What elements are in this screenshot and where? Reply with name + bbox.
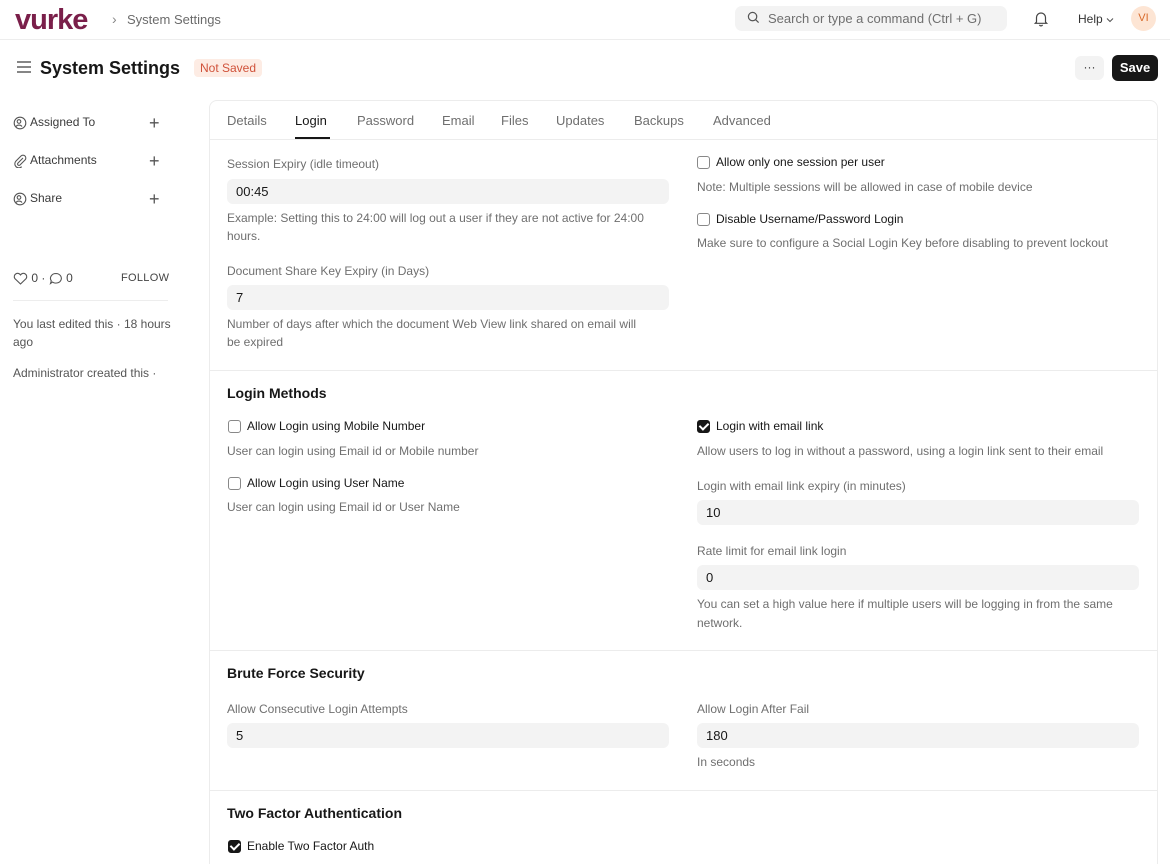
login-username-label: Allow Login using User Name <box>247 476 405 490</box>
email-link-expiry-label: Login with email link expiry (in minutes… <box>697 479 906 493</box>
breadcrumb-system-settings[interactable]: System Settings <box>127 12 221 27</box>
one-session-label: Allow only one session per user <box>716 155 885 169</box>
section-divider <box>210 650 1157 651</box>
tab-details[interactable]: Details <box>227 113 267 128</box>
section-divider <box>210 790 1157 791</box>
rate-limit-label: Rate limit for email link login <box>697 544 847 558</box>
sidebar-item-label: Assigned To <box>30 115 96 129</box>
rate-limit-desc-line1: You can set a high value here if multipl… <box>697 597 1113 611</box>
section-divider <box>210 370 1157 371</box>
rate-limit-input[interactable]: 0 <box>697 565 1139 590</box>
login-attempts-label: Allow Consecutive Login Attempts <box>227 702 408 716</box>
login-username-desc: User can login using Email id or User Na… <box>227 500 460 514</box>
login-email-link-checkbox[interactable] <box>697 420 710 433</box>
login-after-fail-label: Allow Login After Fail <box>697 702 810 716</box>
tab-updates[interactable]: Updates <box>556 113 604 128</box>
login-mobile-desc: User can login using Email id or Mobile … <box>227 444 479 458</box>
breadcrumb-separator-icon: › <box>112 11 117 27</box>
login-attempts-input[interactable]: 5 <box>227 723 669 748</box>
login-methods-title: Login Methods <box>227 385 327 401</box>
email-link-expiry-input[interactable]: 10 <box>697 500 1139 525</box>
more-actions-button[interactable]: ··· <box>1075 56 1104 80</box>
navbar: vurke › System Settings Search or type a… <box>0 0 1170 40</box>
tab-backups[interactable]: Backups <box>634 113 684 128</box>
notification-bell-icon[interactable] <box>1033 10 1049 27</box>
login-email-link-label: Login with email link <box>716 419 824 433</box>
share-key-desc-line1: Number of days after which the document … <box>227 317 637 331</box>
help-label: Help <box>1078 12 1103 26</box>
follow-button[interactable]: FOLLOW <box>121 272 169 284</box>
sidebar-item-assigned-to[interactable]: Assigned To <box>13 115 95 130</box>
social-stats: 0 · 0 <box>13 271 73 285</box>
sidebar-item-label: Share <box>30 191 63 205</box>
chevron-down-icon <box>1106 18 1114 23</box>
share-icon <box>13 192 27 206</box>
disable-password-login-checkbox[interactable] <box>697 213 710 226</box>
sidebar-item-label: Attachments <box>30 153 97 167</box>
share-key-expiry-label: Document Share Key Expiry (in Days) <box>227 264 430 278</box>
sidebar-item-share[interactable]: Share <box>13 191 62 206</box>
separator-dot: · <box>41 271 49 285</box>
add-share-button[interactable]: + <box>149 190 160 208</box>
paperclip-icon <box>14 154 27 168</box>
enable-two-factor-label: Enable Two Factor Auth <box>247 839 375 853</box>
search-placeholder: Search or type a command (Ctrl + G) <box>768 11 982 26</box>
one-session-note: Note: Multiple sessions will be allowed … <box>697 180 1033 194</box>
menu-toggle-icon[interactable] <box>16 60 32 74</box>
heart-icon[interactable] <box>13 272 28 285</box>
last-edited-note: You last edited this · 18 hours ago <box>13 317 171 349</box>
save-button[interactable]: Save <box>1112 55 1158 81</box>
login-mobile-label: Allow Login using Mobile Number <box>247 419 426 433</box>
comment-icon[interactable] <box>49 272 63 285</box>
disable-password-login-label: Disable Username/Password Login <box>716 212 904 226</box>
share-key-expiry-input[interactable]: 7 <box>227 285 669 310</box>
likes-count: 0 <box>31 271 39 285</box>
share-key-desc-line2: be expired <box>227 335 284 349</box>
add-attachment-button[interactable]: + <box>149 152 160 170</box>
assign-icon <box>13 116 27 130</box>
brute-force-title: Brute Force Security <box>227 665 365 681</box>
created-by-note: Administrator created this · <box>13 366 157 380</box>
help-menu[interactable]: Help <box>1078 12 1114 26</box>
tab-email[interactable]: Email <box>442 113 475 128</box>
one-session-checkbox[interactable] <box>697 156 710 169</box>
status-badge: Not Saved <box>194 59 263 77</box>
tab-login[interactable]: Login <box>295 113 327 128</box>
session-expiry-desc-line2: hours. <box>227 229 261 243</box>
session-expiry-input[interactable]: 00:45 <box>227 179 669 204</box>
disable-password-login-note: Make sure to configure a Social Login Ke… <box>697 236 1108 250</box>
app-logo[interactable]: vurke <box>15 4 88 37</box>
login-email-link-desc: Allow users to log in without a password… <box>697 444 1104 458</box>
sidebar-item-attachments[interactable]: Attachments <box>13 153 97 168</box>
two-factor-title: Two Factor Authentication <box>227 805 402 821</box>
tab-bar: Details Login Password Email Files Updat… <box>210 101 1157 140</box>
login-after-fail-desc: In seconds <box>697 755 756 769</box>
tab-advanced[interactable]: Advanced <box>713 113 771 128</box>
login-mobile-checkbox[interactable] <box>228 420 241 433</box>
active-tab-indicator <box>295 137 330 139</box>
add-assignment-button[interactable]: + <box>149 114 160 132</box>
user-avatar[interactable]: VI <box>1131 6 1156 31</box>
tab-files[interactable]: Files <box>501 113 528 128</box>
enable-two-factor-checkbox[interactable] <box>228 840 241 853</box>
session-expiry-desc-line1: Example: Setting this to 24:00 will log … <box>227 211 644 225</box>
page-title: System Settings <box>40 58 181 78</box>
comments-count: 0 <box>66 271 73 285</box>
rate-limit-desc-line2: network. <box>697 616 743 630</box>
login-username-checkbox[interactable] <box>228 477 241 490</box>
tab-password[interactable]: Password <box>357 113 414 128</box>
sidebar-divider <box>13 300 168 301</box>
login-after-fail-input[interactable]: 180 <box>697 723 1139 748</box>
search-input[interactable]: Search or type a command (Ctrl + G) <box>735 6 1007 31</box>
session-expiry-label: Session Expiry (idle timeout) <box>227 157 380 171</box>
search-icon <box>747 11 760 24</box>
